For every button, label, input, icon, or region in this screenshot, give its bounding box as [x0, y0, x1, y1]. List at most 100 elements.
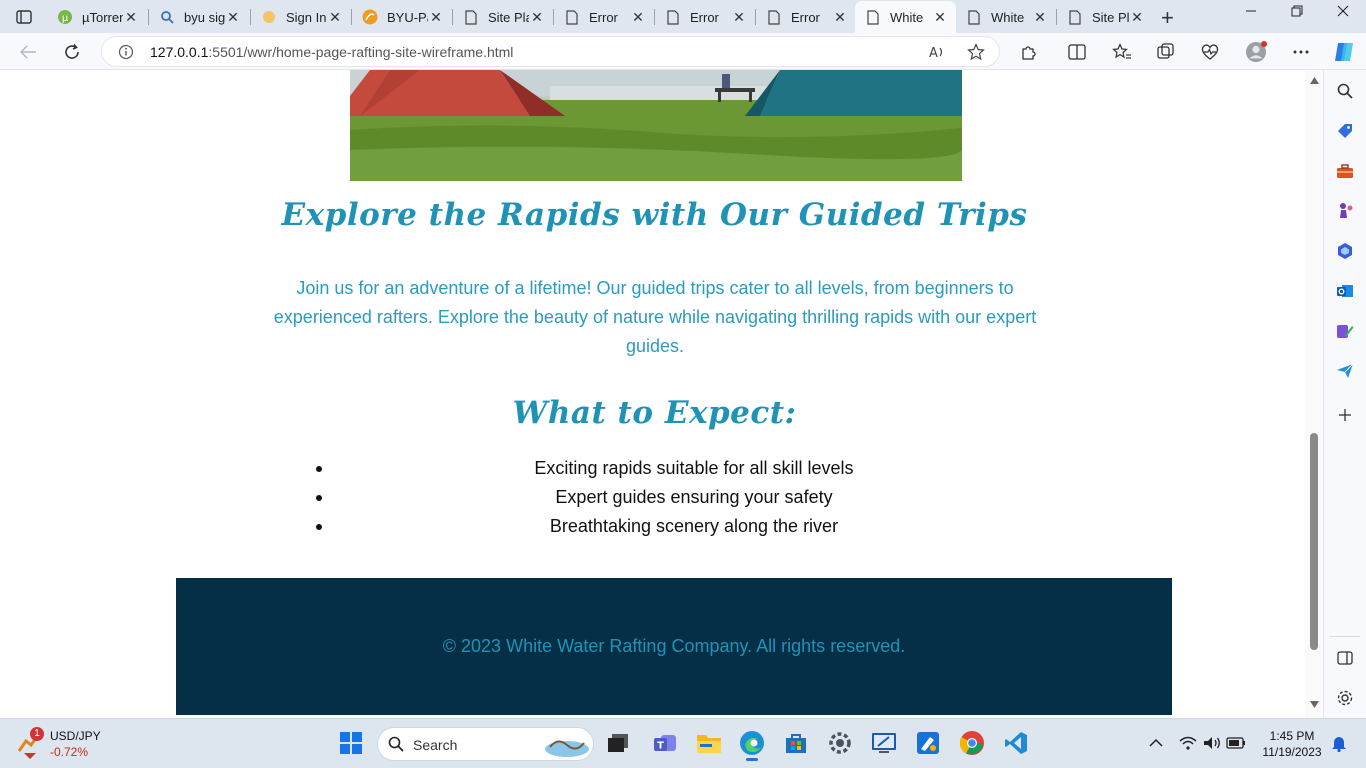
more-options-icon: [1293, 50, 1309, 54]
sidebar-send-button[interactable]: [1335, 361, 1355, 381]
url-text[interactable]: 127.0.0.1:5501/wwr/home-page-rafting-sit…: [150, 44, 513, 60]
restore-button[interactable]: [1282, 4, 1312, 22]
scroll-thumb[interactable]: [1310, 433, 1318, 650]
profile-button[interactable]: [1245, 41, 1267, 63]
page-heading: Explore the Rapids with Our Guided Trips: [281, 197, 1028, 233]
close-window-button[interactable]: [1328, 4, 1358, 22]
close-tab-icon[interactable]: ✕: [832, 9, 848, 26]
copilot-icon: [1335, 43, 1353, 61]
sidebar-customize-button[interactable]: [1335, 688, 1355, 708]
search-icon: [388, 736, 404, 752]
close-tab-icon[interactable]: ✕: [630, 9, 646, 26]
expect-heading: What to Expect:: [512, 395, 797, 431]
tab-byu-sig[interactable]: byu sig ✕: [149, 2, 249, 32]
sidebar-microsoft365-button[interactable]: [1335, 241, 1355, 261]
tab-actions-button[interactable]: [12, 7, 36, 27]
store-button[interactable]: [782, 729, 810, 757]
tab-sign-in[interactable]: Sign In ✕: [251, 2, 351, 32]
close-tab-icon[interactable]: ✕: [932, 9, 948, 26]
sidebar-games-button[interactable]: [1335, 201, 1355, 221]
chrome-button[interactable]: [958, 729, 986, 757]
close-tab-icon[interactable]: ✕: [327, 9, 343, 26]
sidebar-outlook-button[interactable]: [1335, 281, 1355, 301]
favorites-button[interactable]: [1111, 41, 1133, 63]
sidebar-designer-button[interactable]: [1335, 321, 1355, 341]
sidebar-shopping-button[interactable]: [1335, 121, 1355, 141]
back-button[interactable]: [17, 41, 39, 63]
settings-menu-button[interactable]: [1290, 41, 1312, 63]
new-tab-button[interactable]: +: [1161, 5, 1174, 31]
minimize-button[interactable]: [1236, 4, 1266, 22]
tab-byu-pathway[interactable]: BYU-Pa ✕: [352, 2, 452, 32]
weather-widget[interactable]: 1: [14, 727, 48, 759]
svg-text:A: A: [929, 46, 938, 60]
edge-sidebar: [1323, 70, 1366, 718]
close-tab-icon[interactable]: ✕: [1032, 9, 1048, 26]
teams-button[interactable]: T: [652, 729, 680, 757]
collections-button[interactable]: [1155, 41, 1177, 63]
read-aloud-icon[interactable]: A: [928, 44, 946, 65]
expect-list: Exciting rapids suitable for all skill l…: [316, 454, 1054, 541]
close-tab-icon[interactable]: ✕: [123, 9, 139, 26]
show-hidden-icons-button[interactable]: [1142, 729, 1170, 757]
copilot-button[interactable]: [1332, 41, 1354, 63]
tab-error-1[interactable]: Error ✕: [554, 2, 654, 32]
battery-button[interactable]: [1222, 729, 1250, 757]
scroll-up-icon[interactable]: [1310, 77, 1319, 84]
sidebar-add-button[interactable]: [1335, 405, 1355, 425]
tab-utorrent[interactable]: µ µTorrent ✕: [47, 2, 147, 32]
tab-site-plan-2[interactable]: Site Pla ✕: [1057, 2, 1153, 32]
page-icon: [564, 9, 580, 25]
vscode-button[interactable]: [1002, 729, 1030, 757]
split-screen-button[interactable]: [1066, 41, 1088, 63]
close-tab-icon[interactable]: ✕: [428, 9, 444, 26]
tab-error-3[interactable]: Error ✕: [756, 2, 856, 32]
gear-icon: [1337, 690, 1353, 706]
settings-button[interactable]: [826, 729, 854, 757]
notifications-button[interactable]: [1325, 729, 1353, 757]
tab-error-2[interactable]: Error ✕: [655, 2, 755, 32]
tab-white-2[interactable]: White ✕: [956, 2, 1056, 32]
sidebar-search-button[interactable]: [1335, 81, 1355, 101]
taskbar-search-box[interactable]: Search: [377, 727, 594, 761]
file-explorer-button[interactable]: [695, 729, 723, 757]
stock-ticker[interactable]: USD/JPY -0.72%: [50, 728, 101, 760]
sidebar-hide-button[interactable]: [1335, 648, 1355, 668]
close-tab-icon[interactable]: ✕: [529, 9, 545, 26]
tab-label: BYU-Pa: [387, 9, 428, 25]
minimize-icon: [1246, 10, 1256, 12]
close-tab-icon[interactable]: ✕: [225, 9, 241, 26]
edge-button[interactable]: [738, 729, 766, 761]
svg-text:µ: µ: [62, 13, 69, 24]
paint-button[interactable]: [914, 729, 942, 757]
close-tab-icon[interactable]: ✕: [1129, 9, 1145, 26]
refresh-button[interactable]: [61, 41, 83, 63]
vscode-icon: [1005, 732, 1027, 754]
task-view-button[interactable]: [604, 729, 632, 757]
extensions-button[interactable]: [1018, 41, 1040, 63]
tab-white-active[interactable]: White ✕: [855, 1, 956, 33]
page-icon: [766, 9, 782, 25]
favorite-star-icon[interactable]: [967, 43, 985, 66]
tab-label: Error: [690, 9, 719, 25]
active-app-indicator: [746, 758, 758, 761]
remote-desktop-button[interactable]: [870, 729, 898, 757]
ticker-change: -0.72%: [50, 745, 89, 759]
tab-label: Error: [791, 9, 820, 25]
speaker-icon: [1204, 737, 1220, 749]
paint-icon: [917, 732, 939, 754]
scroll-down-icon[interactable]: [1310, 701, 1319, 708]
browser-essentials-button[interactable]: [1199, 41, 1221, 63]
sidebar-tools-button[interactable]: [1335, 161, 1355, 181]
vertical-scrollbar[interactable]: [1305, 70, 1323, 718]
site-info-icon[interactable]: [118, 44, 134, 65]
list-item: Expert guides ensuring your safety: [316, 483, 1054, 512]
address-bar[interactable]: 127.0.0.1:5501/wwr/home-page-rafting-sit…: [101, 36, 1000, 67]
close-tab-icon[interactable]: ✕: [731, 9, 747, 26]
system-clock[interactable]: 1:45 PM 11/19/2023: [1252, 728, 1332, 760]
tab-site-plan[interactable]: Site Pla ✕: [453, 2, 553, 32]
windows-logo-icon: [340, 732, 362, 754]
list-item: Breathtaking scenery along the river: [316, 512, 1054, 541]
start-button[interactable]: [337, 729, 365, 757]
copyright-text: © 2023 White Water Rafting Company. All …: [442, 636, 906, 656]
